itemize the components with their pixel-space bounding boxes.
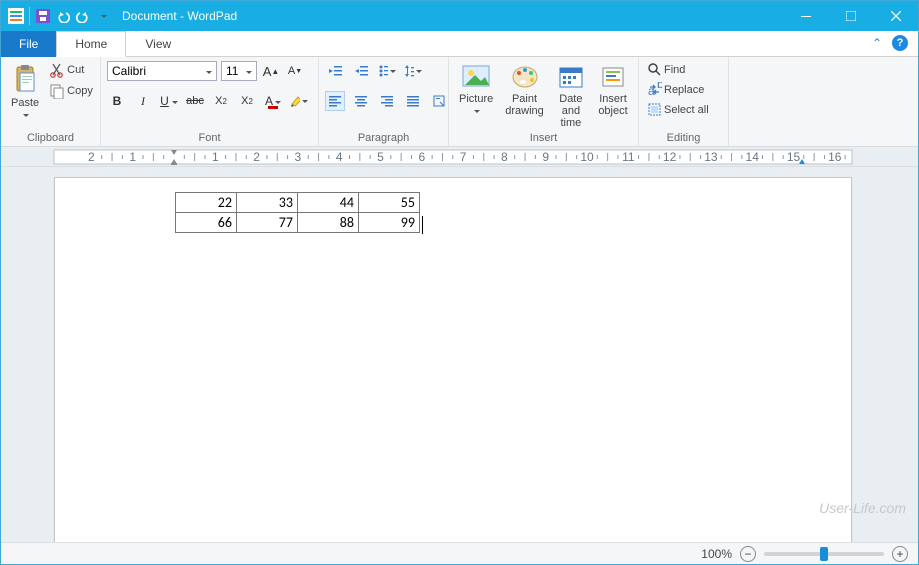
- table-cell[interactable]: 66: [176, 213, 237, 233]
- group-insert-label: Insert: [455, 131, 632, 144]
- table-cell[interactable]: 55: [359, 193, 420, 213]
- maximize-button[interactable]: [828, 1, 873, 31]
- minimize-button[interactable]: [783, 1, 828, 31]
- selectall-label: Select all: [664, 104, 709, 116]
- redo-icon[interactable]: [74, 7, 92, 25]
- file-tab[interactable]: File: [1, 31, 56, 57]
- tab-home[interactable]: Home: [56, 31, 126, 57]
- paste-label: Paste: [11, 97, 39, 121]
- grow-font-icon[interactable]: A▲: [261, 61, 281, 81]
- subscript-icon[interactable]: X2: [211, 91, 231, 111]
- strikethrough-icon[interactable]: abc: [185, 91, 205, 111]
- title-bar: Document - WordPad: [1, 1, 918, 31]
- group-paragraph-label: Paragraph: [325, 131, 442, 144]
- app-icon: [7, 7, 25, 25]
- picture-label: Picture: [459, 93, 493, 117]
- group-editing-label: Editing: [645, 131, 722, 144]
- close-button[interactable]: [873, 1, 918, 31]
- status-bar: 100% − +: [1, 542, 918, 564]
- find-button[interactable]: Find: [645, 61, 711, 78]
- help-icon[interactable]: ?: [892, 35, 908, 51]
- document-area[interactable]: 22 33 44 55 66 77 88 99 User-Life.com: [1, 167, 918, 542]
- text-cursor: [422, 216, 423, 234]
- paste-button[interactable]: Paste: [7, 61, 43, 123]
- text-color-icon[interactable]: A: [263, 91, 283, 111]
- paint-drawing-button[interactable]: Paint drawing: [501, 61, 548, 119]
- watermark: User-Life.com: [819, 500, 906, 516]
- bold-icon[interactable]: B: [107, 91, 127, 111]
- cut-label: Cut: [67, 64, 84, 76]
- zoom-out-button[interactable]: −: [740, 546, 756, 562]
- group-font-label: Font: [107, 131, 312, 144]
- zoom-slider-thumb[interactable]: [820, 547, 828, 561]
- highlight-icon[interactable]: [289, 91, 309, 111]
- group-editing: Find ab Replace Select all Editing: [639, 57, 729, 146]
- group-paragraph: Paragraph: [319, 57, 449, 146]
- align-left-icon[interactable]: [325, 91, 345, 111]
- replace-button[interactable]: ab Replace: [645, 81, 711, 98]
- superscript-icon[interactable]: X2: [237, 91, 257, 111]
- datetime-label: Date and time: [556, 93, 586, 129]
- copy-label: Copy: [67, 85, 93, 97]
- svg-text:a: a: [648, 84, 655, 97]
- italic-icon[interactable]: I: [133, 91, 153, 111]
- table-cell[interactable]: 22: [176, 193, 237, 213]
- font-size-value: 11: [226, 64, 238, 78]
- table-cell[interactable]: 88: [298, 213, 359, 233]
- bullets-icon[interactable]: [377, 61, 397, 81]
- svg-text:b: b: [657, 82, 662, 91]
- ribbon: Paste Cut Copy Clipboard Calibri 11 A▲: [1, 57, 918, 147]
- align-right-icon[interactable]: [377, 91, 397, 111]
- find-label: Find: [664, 64, 685, 76]
- zoom-slider[interactable]: [764, 552, 884, 556]
- increase-indent-icon[interactable]: [351, 61, 371, 81]
- shrink-font-icon[interactable]: A▼: [285, 61, 305, 81]
- paint-label: Paint drawing: [505, 93, 544, 117]
- justify-icon[interactable]: [403, 91, 423, 111]
- table-cell[interactable]: 44: [298, 193, 359, 213]
- zoom-level: 100%: [701, 547, 732, 561]
- ribbon-tabs: File Home View ⌃ ?: [1, 31, 918, 57]
- zoom-in-button[interactable]: +: [892, 546, 908, 562]
- font-size-combo[interactable]: 11: [221, 61, 257, 81]
- table-cell[interactable]: 99: [359, 213, 420, 233]
- save-icon[interactable]: [34, 7, 52, 25]
- font-name-value: Calibri: [112, 64, 146, 78]
- cut-button[interactable]: Cut: [47, 61, 95, 79]
- group-font: Calibri 11 A▲ A▼ B I U abc X2 X2 A Font: [101, 57, 319, 146]
- date-time-button[interactable]: Date and time: [552, 61, 590, 131]
- window-controls: [783, 1, 918, 31]
- align-center-icon[interactable]: [351, 91, 371, 111]
- select-all-button[interactable]: Select all: [645, 101, 711, 118]
- picture-button[interactable]: Picture: [455, 61, 497, 119]
- undo-icon[interactable]: [54, 7, 72, 25]
- object-label: Insert object: [598, 93, 628, 117]
- table-cell[interactable]: 77: [237, 213, 298, 233]
- table-cell[interactable]: 33: [237, 193, 298, 213]
- font-name-combo[interactable]: Calibri: [107, 61, 217, 81]
- table-row[interactable]: 66 77 88 99: [176, 213, 420, 233]
- decrease-indent-icon[interactable]: [325, 61, 345, 81]
- qat-customize-icon[interactable]: [94, 7, 112, 25]
- underline-icon[interactable]: U: [159, 91, 179, 111]
- document-table[interactable]: 22 33 44 55 66 77 88 99: [175, 192, 420, 233]
- minimize-ribbon-icon[interactable]: ⌃: [872, 36, 882, 50]
- line-spacing-icon[interactable]: [403, 61, 423, 81]
- tab-view[interactable]: View: [126, 31, 190, 57]
- group-clipboard: Paste Cut Copy Clipboard: [1, 57, 101, 146]
- ruler[interactable]: 2112345678910111213141516: [1, 147, 918, 167]
- group-clipboard-label: Clipboard: [7, 131, 94, 144]
- copy-button[interactable]: Copy: [47, 82, 95, 100]
- group-insert: Picture Paint drawing Date and time Inse…: [449, 57, 639, 146]
- page[interactable]: 22 33 44 55 66 77 88 99: [54, 177, 852, 542]
- quick-access-toolbar: [1, 7, 118, 25]
- insert-object-button[interactable]: Insert object: [594, 61, 632, 119]
- table-row[interactable]: 22 33 44 55: [176, 193, 420, 213]
- paragraph-dialog-icon[interactable]: [429, 91, 449, 111]
- replace-label: Replace: [664, 84, 704, 96]
- window-title: Document - WordPad: [118, 9, 783, 23]
